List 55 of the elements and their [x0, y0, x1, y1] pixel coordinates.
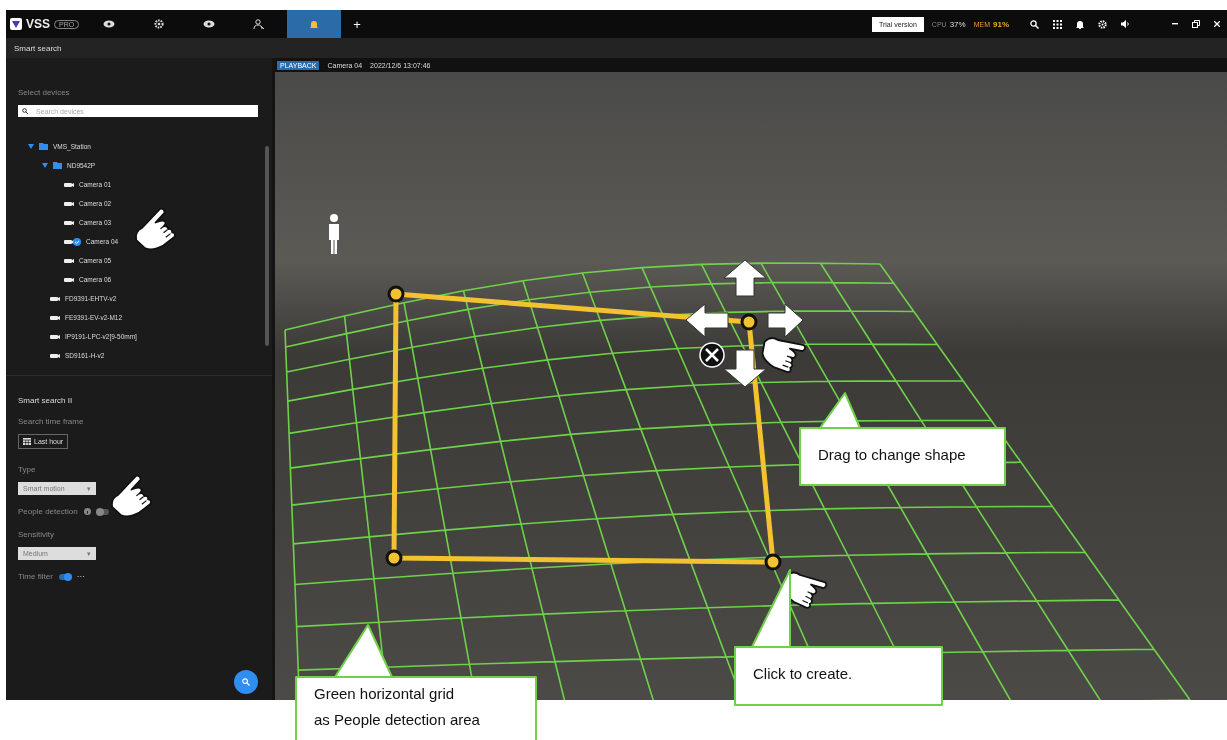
pointing-hand-icon: [761, 337, 806, 374]
search-icon: [242, 678, 250, 686]
gear-icon: [154, 19, 165, 29]
app-logo-text: VSS: [26, 17, 50, 31]
add-tab-button[interactable]: +: [347, 16, 367, 32]
search-icon: [22, 108, 28, 114]
delete-icon[interactable]: [699, 342, 725, 368]
page-title: Smart search: [14, 43, 62, 53]
camera-icon: [50, 334, 60, 339]
expand-caret-icon[interactable]: [42, 163, 48, 168]
vertex-handle[interactable]: [740, 313, 758, 331]
vertex-handle[interactable]: [764, 553, 782, 571]
person-icon: [329, 214, 339, 254]
mem-value: 91%: [993, 19, 1009, 29]
camera-icon: [50, 296, 60, 301]
vertex-handle[interactable]: [385, 549, 403, 567]
scrollbar[interactable]: [265, 146, 269, 346]
expand-caret-icon[interactable]: [28, 144, 34, 149]
info-icon[interactable]: [83, 508, 91, 515]
person-search-icon: [253, 18, 266, 30]
section-heading: Smart search II: [18, 396, 73, 405]
field-label: People detection: [18, 507, 78, 516]
pointing-hand-icon: [135, 207, 176, 251]
checkbox[interactable]: [73, 237, 81, 246]
cpu-value: 37%: [949, 19, 966, 29]
calendar-icon: [23, 438, 31, 445]
camera-icon: [64, 239, 74, 244]
vertex-handle[interactable]: [387, 285, 405, 303]
time-filter-toggle[interactable]: [58, 573, 71, 580]
logo-icon: [10, 18, 22, 30]
folder-icon: [39, 143, 48, 150]
camera-icon: [64, 201, 74, 206]
field-label: Time filter: [18, 572, 53, 581]
camera-icon: [64, 258, 74, 263]
callout-text: Click to create.: [753, 664, 853, 684]
field-label: Search time frame: [18, 417, 84, 426]
camera-icon: [64, 277, 74, 282]
field-label: Type: [18, 465, 36, 474]
pointing-hand-icon: [111, 474, 152, 518]
people-detection-toggle[interactable]: [96, 508, 109, 515]
bell-icon: [309, 19, 320, 29]
search-button[interactable]: [234, 670, 258, 694]
callout-text: Green horizontal grid as People detection area: [314, 684, 480, 730]
camera-icon: [50, 315, 60, 320]
callout-text: Drag to change shape: [818, 445, 966, 465]
folder-icon: [53, 162, 62, 169]
camera-icon: [50, 353, 60, 358]
more-button[interactable]: ···: [76, 572, 85, 581]
eye-icon: [203, 20, 216, 28]
move-arrows-icon[interactable]: [685, 259, 804, 388]
eye-icon: [103, 20, 116, 28]
camera-icon: [64, 220, 74, 225]
section-heading: Select devices: [18, 88, 71, 97]
field-label: Sensitivity: [18, 530, 54, 539]
camera-icon: [64, 182, 74, 187]
